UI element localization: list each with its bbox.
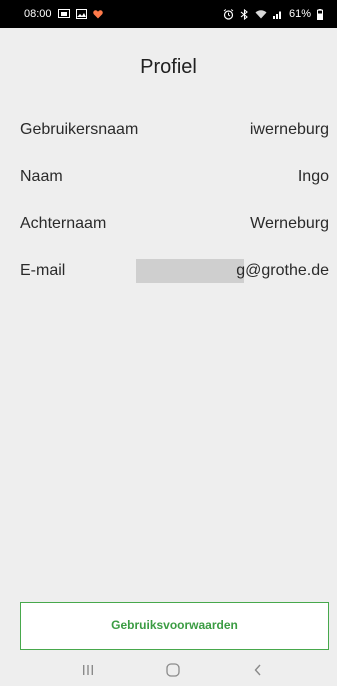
profile-row-first-name: Naam Ingo (20, 165, 329, 189)
first-name-label: Naam (20, 168, 63, 185)
heart-icon (92, 9, 103, 19)
wifi-icon (255, 9, 267, 19)
username-label: Gebruikersnaam (20, 121, 139, 138)
page-title: Profiel (140, 56, 197, 78)
battery-percent: 61% (288, 8, 311, 20)
signal-icon (272, 9, 283, 19)
status-right: 61% (223, 8, 323, 20)
bluetooth-icon (240, 8, 249, 20)
screen-cast-icon (57, 9, 70, 19)
email-value: g@grothe.de (236, 262, 329, 279)
profile-row-last-name: Achternaam Werneburg (20, 212, 329, 236)
terms-of-use-button[interactable]: Gebruiksvoorwaarden (20, 602, 329, 650)
status-bar: 08:00 61% (0, 0, 337, 28)
home-icon[interactable] (161, 661, 185, 679)
profile-list: Gebruikersnaam iwerneburg Naam Ingo Acht… (20, 118, 329, 306)
first-name-value: Ingo (297, 168, 329, 185)
email-redaction (136, 259, 244, 283)
profile-row-username: Gebruikersnaam iwerneburg (20, 118, 329, 142)
battery-icon (317, 8, 323, 20)
profile-row-email: E-mail g@grothe.de (20, 259, 329, 283)
back-icon[interactable] (246, 661, 270, 679)
last-name-label: Achternaam (20, 215, 107, 232)
status-left: 08:00 (24, 8, 103, 20)
navigation-bar (0, 654, 337, 686)
gallery-icon (75, 9, 87, 19)
recent-apps-icon[interactable] (76, 661, 100, 679)
alarm-icon (223, 8, 234, 20)
last-name-value: Werneburg (250, 215, 329, 232)
username-value: iwerneburg (249, 121, 329, 138)
status-time: 08:00 (24, 8, 52, 20)
email-label: E-mail (20, 262, 66, 279)
